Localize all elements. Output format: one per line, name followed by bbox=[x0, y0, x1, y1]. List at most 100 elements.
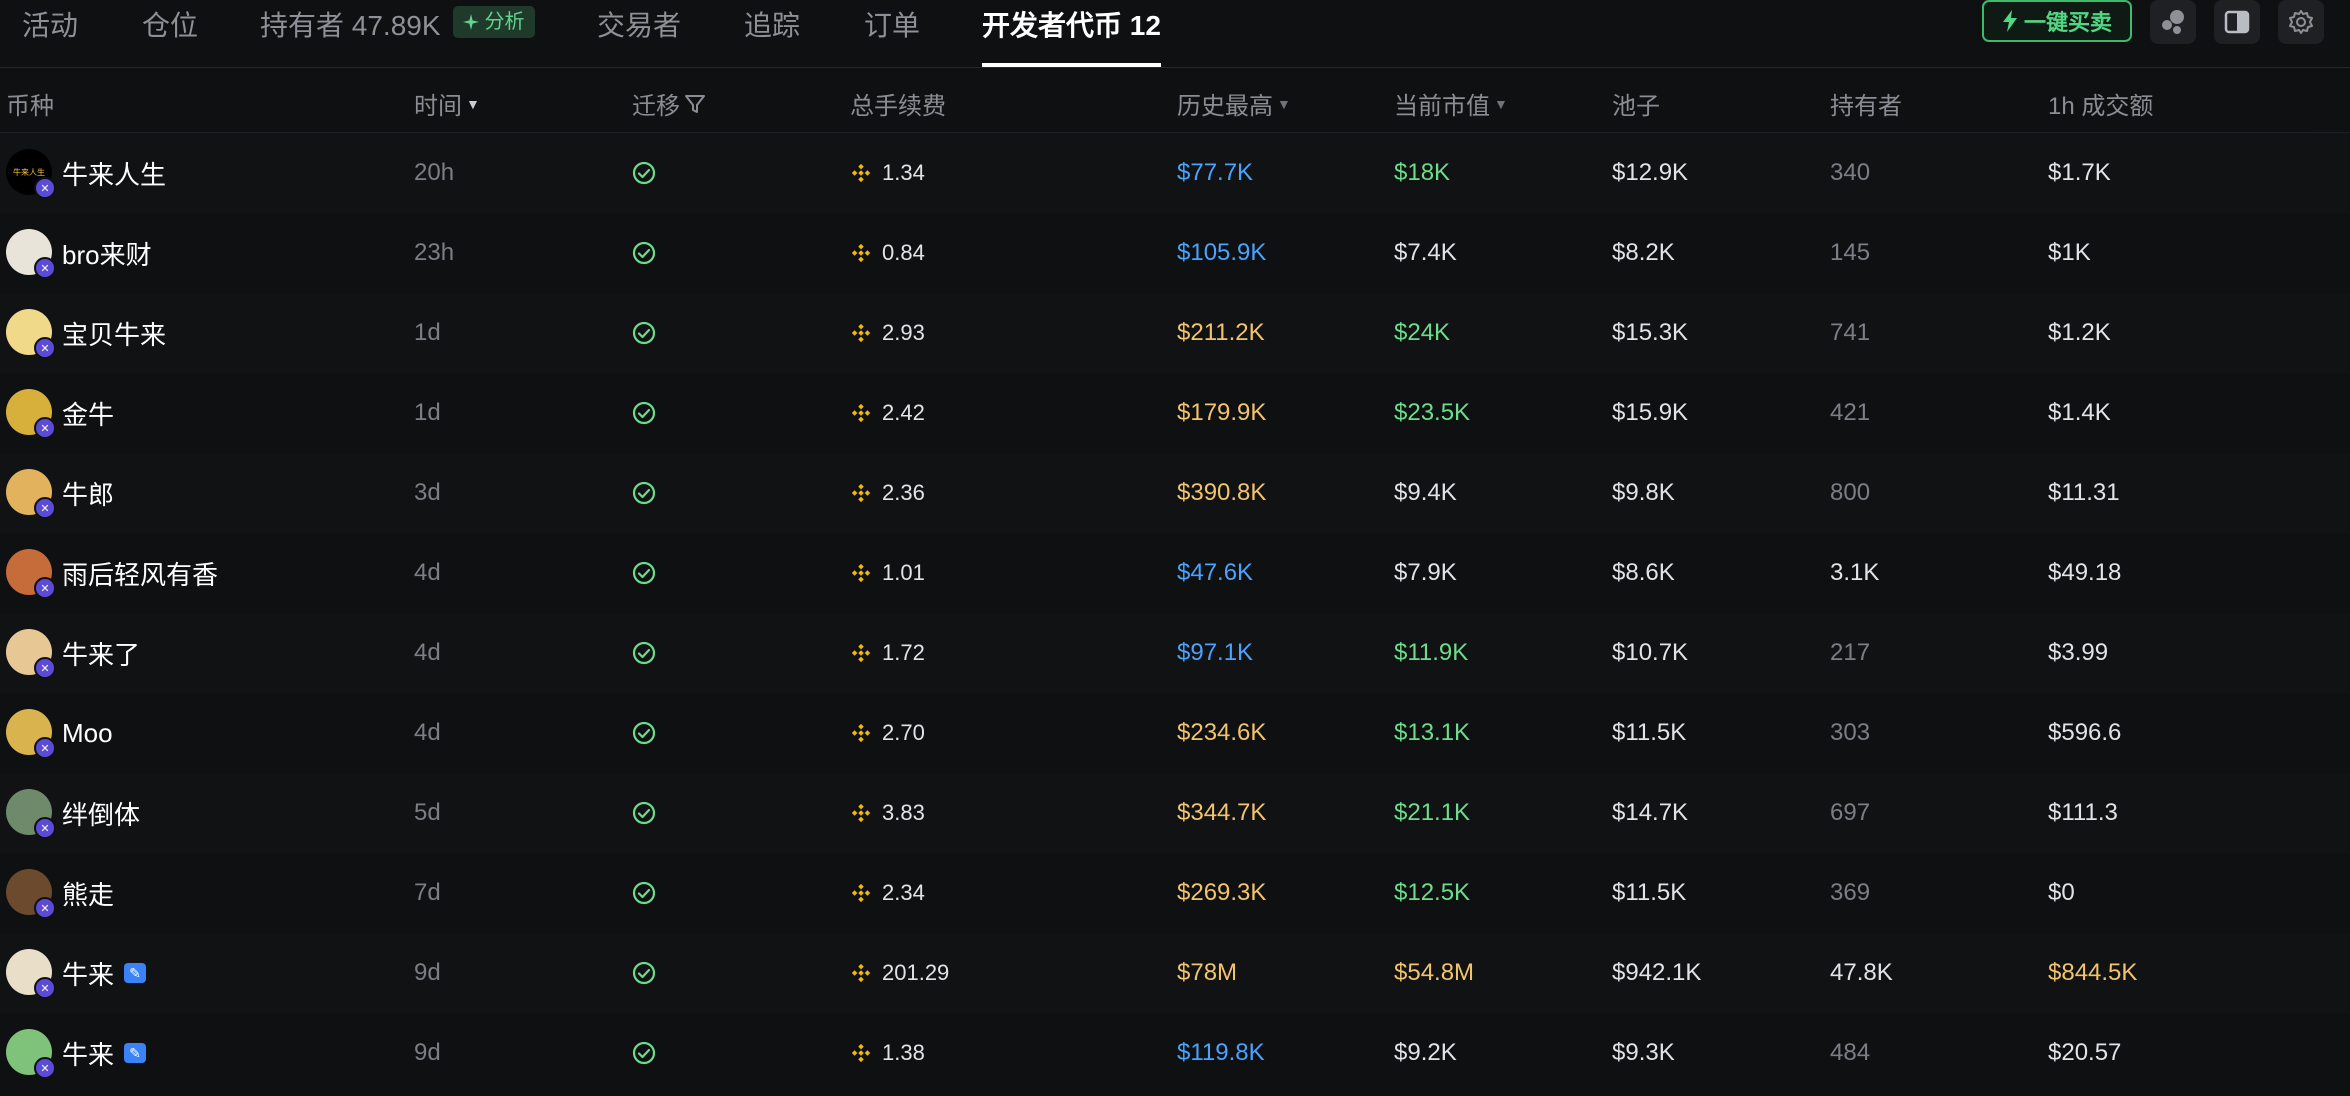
bnb-icon bbox=[851, 163, 871, 183]
filter-icon[interactable] bbox=[684, 93, 706, 115]
table-row[interactable]: ✕ 牛来了 4d 1.72 $97.1K $11.9K $10.7K 217 $… bbox=[0, 613, 2350, 693]
col-migrate[interactable]: 迁移 bbox=[632, 86, 706, 121]
analysis-badge[interactable]: 分析 bbox=[452, 6, 535, 38]
token-name: 宝贝牛来 bbox=[62, 319, 167, 350]
table-row[interactable]: ✕ 牛来 ✎ 9d 201.29 $78M $54.8M $942.1K 47.… bbox=[0, 933, 2350, 1013]
migrate-cell bbox=[632, 373, 656, 453]
col-time-label: 时间 bbox=[414, 93, 462, 120]
tab-dev-tokens[interactable]: 开发者代币 12 bbox=[982, 0, 1161, 67]
token-name-cell[interactable]: 牛来 ✎ bbox=[62, 933, 147, 1013]
token-name-cell[interactable]: 牛来 ✎ bbox=[62, 1013, 147, 1093]
time-value: 1d bbox=[414, 399, 441, 426]
tab-holders[interactable]: 持有者 47.89K 分析 bbox=[260, 0, 535, 66]
col-ath[interactable]: 历史最高 ▼ bbox=[1177, 86, 1291, 121]
ath-cell: $211.2K bbox=[1177, 293, 1265, 373]
table-row[interactable]: ✕ 宝贝牛来 1d 2.93 $211.2K $24K $15.3K 741 $… bbox=[0, 293, 2350, 373]
pool-value: $11.5K bbox=[1612, 719, 1687, 746]
col-mcap[interactable]: 当前市值 ▼ bbox=[1394, 86, 1508, 121]
col-holders[interactable]: 持有者 bbox=[1830, 86, 1902, 121]
fee-cell: 2.34 bbox=[850, 853, 925, 933]
holders-value: 303 bbox=[1830, 719, 1871, 746]
mcap-cell: $54.8M bbox=[1394, 933, 1474, 1013]
sort-caret-icon: ▼ bbox=[1277, 95, 1291, 112]
token-name-cell[interactable]: 金牛 bbox=[62, 373, 114, 453]
settings-button[interactable] bbox=[2278, 0, 2324, 44]
holders-cell: 484 bbox=[1830, 1013, 1870, 1093]
col-holders-label: 持有者 bbox=[1830, 93, 1902, 120]
check-circle-icon bbox=[632, 801, 656, 825]
col-time[interactable]: 时间 ▼ bbox=[414, 86, 480, 121]
time-value: 23h bbox=[414, 239, 455, 266]
table-row[interactable]: ✕ Moo 4d 2.70 $234.6K $13.1K $11.5K 303 … bbox=[0, 693, 2350, 773]
table-row[interactable]: ✕ 熊走 7d 2.34 $269.3K $12.5K $11.5K 369 $… bbox=[0, 853, 2350, 933]
fee-value: 1.38 bbox=[882, 1040, 925, 1065]
token-name-cell[interactable]: 牛来了 bbox=[62, 613, 140, 693]
platform-badge-icon: ✕ bbox=[34, 1057, 56, 1079]
mcap-value: $13.1K bbox=[1394, 719, 1471, 746]
bnb-icon bbox=[851, 1043, 871, 1063]
token-name-cell[interactable]: 牛郎 bbox=[62, 453, 114, 533]
table-row[interactable]: ✕ bro来财 23h 0.84 $105.9K $7.4K $8.2K 145… bbox=[0, 213, 2350, 293]
tab-label: 仓位 bbox=[142, 10, 199, 41]
token-name: 牛郎 bbox=[62, 479, 115, 510]
holders-cell: 421 bbox=[1830, 373, 1870, 453]
tab-traders[interactable]: 交易者 bbox=[597, 0, 681, 66]
table-row[interactable]: ✕ 金牛 1d 2.42 $179.9K $23.5K $15.9K 421 $… bbox=[0, 373, 2350, 453]
col-volume-1h[interactable]: 1h 成交额 bbox=[2048, 86, 2153, 121]
time-value: 7d bbox=[414, 879, 441, 906]
quick-trade-button[interactable]: 一键买卖 bbox=[1982, 0, 2132, 42]
holders-cell: 217 bbox=[1830, 613, 1870, 693]
time-value: 9d bbox=[414, 1039, 441, 1066]
tab-positions[interactable]: 仓位 bbox=[142, 0, 198, 66]
time-cell: 1d bbox=[414, 293, 441, 373]
col-total-fee[interactable]: 总手续费 bbox=[850, 86, 946, 121]
table-row[interactable]: ✕ 雨后轻风有香 4d 1.01 $47.6K $7.9K $8.6K 3.1K… bbox=[0, 533, 2350, 613]
tab-tracking[interactable]: 追踪 bbox=[744, 0, 800, 66]
token-name-cell[interactable]: Moo bbox=[62, 693, 113, 773]
token-name: 牛来 bbox=[62, 1039, 115, 1070]
sort-caret-icon: ▼ bbox=[1494, 95, 1508, 112]
bubble-map-button[interactable] bbox=[2150, 0, 2196, 44]
sidebar-toggle-button[interactable] bbox=[2214, 0, 2260, 44]
volume-value: $596.6 bbox=[2048, 719, 2122, 746]
holders-value: 340 bbox=[1830, 159, 1871, 186]
table-row[interactable]: ✕ 绊倒体 5d 3.83 $344.7K $21.1K $14.7K 697 … bbox=[0, 773, 2350, 853]
volume-cell: $1K bbox=[2048, 213, 2091, 293]
holders-value: 421 bbox=[1830, 399, 1871, 426]
ath-cell: $78M bbox=[1177, 933, 1237, 1013]
table-row[interactable]: ✕ 牛来 ✎ 9d 1.38 $119.8K $9.2K $9.3K 484 $… bbox=[0, 1013, 2350, 1093]
mcap-value: $54.8M bbox=[1394, 959, 1475, 986]
volume-value: $0 bbox=[2048, 879, 2075, 906]
volume-value: $1.2K bbox=[2048, 319, 2111, 346]
time-value: 20h bbox=[414, 159, 455, 186]
token-name-cell[interactable]: bro来财 bbox=[62, 213, 152, 293]
pool-cell: $8.6K bbox=[1612, 533, 1675, 613]
pool-value: $11.5K bbox=[1612, 879, 1687, 906]
time-cell: 3d bbox=[414, 453, 441, 533]
col-pool[interactable]: 池子 bbox=[1612, 86, 1660, 121]
pool-cell: $15.3K bbox=[1612, 293, 1688, 373]
tab-orders[interactable]: 订单 bbox=[864, 0, 920, 66]
token-name-cell[interactable]: 宝贝牛来 bbox=[62, 293, 166, 373]
tab-activity[interactable]: 活动 bbox=[22, 0, 78, 66]
pool-value: $15.9K bbox=[1612, 399, 1689, 426]
col-coin[interactable]: 币种 bbox=[6, 86, 54, 121]
table-row[interactable]: 牛来人生 ✕ 牛来人生 20h 1.34 $77.7K $18K $12.9K … bbox=[0, 133, 2350, 213]
ath-value: $269.3K bbox=[1177, 879, 1267, 906]
token-name-cell[interactable]: 绊倒体 bbox=[62, 773, 140, 853]
ath-value: $47.6K bbox=[1177, 559, 1254, 586]
volume-cell: $0 bbox=[2048, 853, 2075, 933]
platform-badge-icon: ✕ bbox=[34, 817, 56, 839]
volume-value: $111.3 bbox=[2048, 799, 2118, 826]
token-name-cell[interactable]: 牛来人生 bbox=[62, 133, 166, 213]
ath-cell: $179.9K bbox=[1177, 373, 1266, 453]
table-row[interactable]: ✕ 牛郎 3d 2.36 $390.8K $9.4K $9.8K 800 $11… bbox=[0, 453, 2350, 533]
migrate-cell bbox=[632, 213, 656, 293]
token-name-cell[interactable]: 雨后轻风有香 bbox=[62, 533, 218, 613]
token-name-cell[interactable]: 熊走 bbox=[62, 853, 114, 933]
time-cell: 5d bbox=[414, 773, 441, 853]
ath-value: $179.9K bbox=[1177, 399, 1267, 426]
platform-badge-icon: ✕ bbox=[34, 497, 56, 519]
mcap-cell: $11.9K bbox=[1394, 613, 1468, 693]
fee-cell: 1.72 bbox=[850, 613, 925, 693]
